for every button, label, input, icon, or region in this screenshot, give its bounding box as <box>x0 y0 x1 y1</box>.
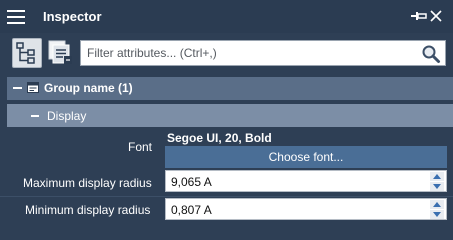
font-value: Segoe UI, 20, Bold <box>167 131 272 145</box>
search-icon[interactable] <box>421 44 441 64</box>
hamburger-icon[interactable] <box>6 7 26 26</box>
arrow-up-icon <box>433 174 441 179</box>
max-radius-increment[interactable] <box>430 172 444 181</box>
close-icon[interactable] <box>428 8 444 24</box>
attribute-panel-icon <box>48 40 72 64</box>
filter-field[interactable] <box>80 40 446 66</box>
attribute-panel-button[interactable] <box>46 38 74 66</box>
group-header[interactable]: Group name (1) <box>7 77 453 100</box>
collapse-group-icon[interactable] <box>13 87 22 89</box>
min-radius-decrement[interactable] <box>430 210 444 219</box>
choose-font-button[interactable]: Choose font... <box>165 146 447 168</box>
font-label: Font <box>128 140 153 154</box>
max-radius-stepper[interactable] <box>165 170 447 192</box>
max-radius-input[interactable] <box>171 174 411 190</box>
arrow-down-icon <box>433 212 441 217</box>
arrow-up-icon <box>433 202 441 207</box>
collapse-section-icon[interactable] <box>31 115 39 117</box>
group-label: Group name (1) <box>44 81 133 95</box>
max-radius-label: Maximum display radius <box>23 176 152 190</box>
section-label: Display <box>47 109 87 123</box>
min-radius-label: Minimum display radius <box>25 203 151 217</box>
toolbar <box>0 33 453 71</box>
pin-icon[interactable] <box>410 9 428 23</box>
section-display-header[interactable]: Display <box>7 104 453 127</box>
min-radius-increment[interactable] <box>430 200 444 209</box>
tree-view-button[interactable] <box>12 38 42 68</box>
group-icon <box>27 82 39 93</box>
window-title: Inspector <box>43 9 102 24</box>
arrow-down-icon <box>433 184 441 189</box>
row-divider <box>0 196 453 197</box>
title-bar: Inspector <box>0 0 453 33</box>
max-radius-decrement[interactable] <box>430 182 444 191</box>
tree-view-icon <box>16 42 35 64</box>
filter-input[interactable] <box>87 44 407 62</box>
min-radius-input[interactable] <box>171 202 411 218</box>
min-radius-stepper[interactable] <box>165 198 447 220</box>
